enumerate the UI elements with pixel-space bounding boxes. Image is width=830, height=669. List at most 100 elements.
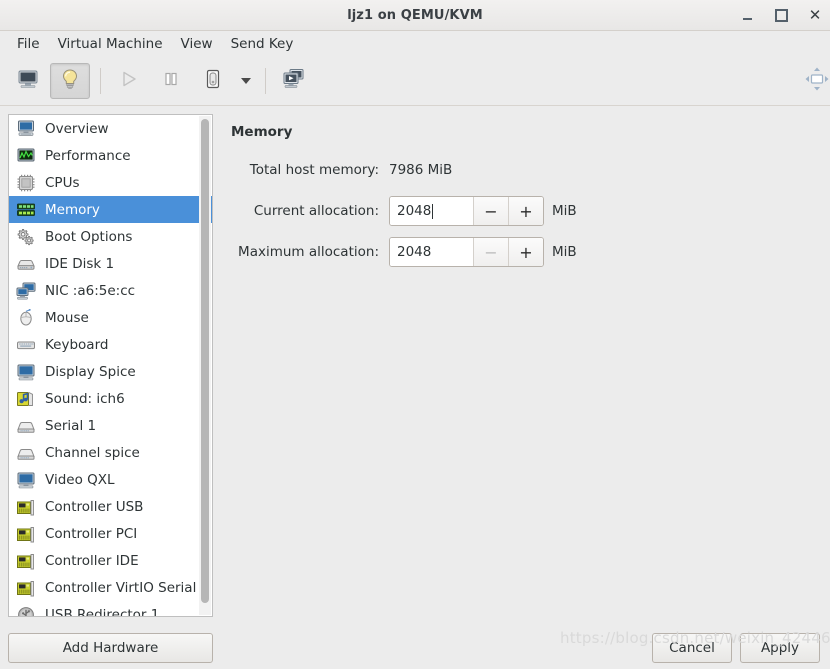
shutdown-menu-arrow[interactable]: [235, 64, 257, 98]
sidebar-item-label: Display Spice: [45, 363, 136, 380]
sidebar-scrollbar[interactable]: [199, 116, 211, 615]
total-host-memory-value: 7986 MiB: [389, 162, 453, 178]
current-allocation-input[interactable]: 2048: [390, 197, 473, 225]
sidebar-item-controller-pci[interactable]: Controller PCI: [9, 520, 212, 547]
maximum-allocation-spinner[interactable]: 2048 − +: [389, 237, 544, 267]
usb-icon: [15, 605, 37, 616]
cpu-chip-icon: [15, 173, 37, 193]
console-monitor-icon: [17, 69, 39, 93]
sidebar-item-controller-ide[interactable]: Controller IDE: [9, 547, 212, 574]
title-bar: ljz1 on QEMU/KVM ✕: [0, 0, 830, 31]
sidebar-item-label: Controller USB: [45, 498, 144, 515]
sidebar-item-label: USB Redirector 1: [45, 606, 160, 617]
gears-icon: [15, 227, 37, 247]
current-allocation-value: 2048: [397, 203, 432, 219]
cancel-button[interactable]: Cancel: [652, 632, 732, 663]
minimize-icon[interactable]: [738, 6, 756, 24]
sidebar-item-label: Mouse: [45, 309, 89, 326]
sound-icon: [15, 389, 37, 409]
maximum-allocation-input[interactable]: 2048: [390, 238, 473, 266]
pause-button[interactable]: [151, 63, 191, 99]
sidebar-item-label: Sound: ich6: [45, 390, 125, 407]
sidebar-item-label: Overview: [45, 120, 109, 137]
text-cursor: [432, 203, 434, 219]
maximize-icon[interactable]: [772, 6, 790, 24]
sidebar-item-label: Serial 1: [45, 417, 97, 434]
sidebar-item-performance[interactable]: Performance: [9, 142, 212, 169]
show-details-button[interactable]: [50, 63, 90, 99]
apply-button[interactable]: Apply: [740, 632, 820, 663]
sidebar-item-serial-1[interactable]: Serial 1: [9, 412, 212, 439]
show-console-button[interactable]: [8, 63, 48, 99]
pause-icon: [162, 70, 180, 92]
controller-card-icon: [15, 497, 37, 517]
sidebar-item-label: Video QXL: [45, 471, 115, 488]
menu-file[interactable]: File: [8, 33, 49, 55]
sidebar-scrollbar-thumb[interactable]: [201, 119, 209, 603]
mouse-icon: [15, 308, 37, 328]
current-allocation-increment-button[interactable]: +: [508, 197, 543, 225]
snapshots-icon: [282, 68, 306, 94]
sidebar-item-mouse[interactable]: Mouse: [9, 304, 212, 331]
memory-ram-icon: [15, 200, 37, 220]
current-allocation-decrement-button[interactable]: −: [473, 197, 508, 225]
maximum-allocation-decrement-button[interactable]: −: [473, 238, 508, 266]
menu-virtual-machine[interactable]: Virtual Machine: [49, 33, 172, 55]
display-icon: [15, 470, 37, 490]
sidebar-item-keyboard[interactable]: Keyboard: [9, 331, 212, 358]
menu-bar: File Virtual Machine View Send Key: [0, 31, 830, 57]
maximum-allocation-row: Maximum allocation: 2048 − + MiB: [231, 236, 830, 268]
sidebar-item-cpus[interactable]: CPUs: [9, 169, 212, 196]
maximum-allocation-increment-button[interactable]: +: [508, 238, 543, 266]
current-allocation-spinner[interactable]: 2048 − +: [389, 196, 544, 226]
sidebar-item-boot-options[interactable]: Boot Options: [9, 223, 212, 250]
lightbulb-icon: [60, 68, 80, 94]
shutdown-icon: [204, 69, 222, 93]
current-allocation-label: Current allocation:: [253, 203, 379, 219]
hardware-list[interactable]: Overview Performance CPUs Memory Boot Option…: [9, 115, 212, 616]
menu-view[interactable]: View: [172, 33, 222, 55]
toolbar-separator-2: [265, 68, 266, 94]
sidebar-item-label: NIC :a6:5e:cc: [45, 282, 136, 299]
sidebar-item-controller-virtio-serial[interactable]: Controller VirtIO Serial: [9, 574, 212, 601]
sidebar-item-controller-usb[interactable]: Controller USB: [9, 493, 212, 520]
sidebar-item-sound-ich6[interactable]: Sound: ich6: [9, 385, 212, 412]
fullscreen-resize-icon: [804, 67, 830, 95]
sidebar-item-overview[interactable]: Overview: [9, 115, 212, 142]
sidebar-item-label: Controller PCI: [45, 525, 138, 542]
shutdown-button[interactable]: [193, 63, 233, 99]
sidebar-item-memory[interactable]: Memory: [9, 196, 212, 223]
sidebar-item-video-qxl[interactable]: Video QXL: [9, 466, 212, 493]
computer-icon: [15, 119, 37, 139]
run-button[interactable]: [109, 63, 149, 99]
panel-title: Memory: [231, 124, 293, 140]
sidebar-item-display-spice[interactable]: Display Spice: [9, 358, 212, 385]
menu-send-key[interactable]: Send Key: [222, 33, 303, 55]
play-icon: [120, 70, 138, 92]
maximum-allocation-value: 2048: [397, 244, 432, 260]
current-allocation-unit: MiB: [552, 203, 577, 219]
sidebar-item-label: Channel spice: [45, 444, 140, 461]
add-hardware-button[interactable]: Add Hardware: [8, 632, 213, 663]
controller-card-icon: [15, 578, 37, 598]
serial-port-icon: [15, 416, 37, 436]
sidebar-item-ide-disk-1[interactable]: IDE Disk 1: [9, 250, 212, 277]
sidebar-item-label: Boot Options: [45, 228, 133, 245]
sidebar-item-nic-a6-5e-cc[interactable]: NIC :a6:5e:cc: [9, 277, 212, 304]
sidebar-item-label: IDE Disk 1: [45, 255, 115, 272]
memory-panel: Memory Total host memory: 7986 MiB Curre…: [213, 114, 830, 618]
sidebar-item-usb-redirector-1[interactable]: USB Redirector 1: [9, 601, 212, 616]
sidebar-item-label: Performance: [45, 147, 131, 164]
main-content: Overview Performance CPUs Memory Boot Option…: [0, 106, 830, 618]
controller-card-icon: [15, 524, 37, 544]
sidebar-item-label: Controller IDE: [45, 552, 139, 569]
window-controls: ✕: [738, 6, 824, 24]
sidebar-item-channel-spice[interactable]: Channel spice: [9, 439, 212, 466]
display-icon: [15, 362, 37, 382]
fullscreen-resize-button[interactable]: [804, 67, 830, 95]
close-icon[interactable]: ✕: [806, 6, 824, 24]
sidebar-item-label: CPUs: [45, 174, 80, 191]
network-icon: [15, 281, 37, 301]
snapshots-button[interactable]: [274, 63, 314, 99]
sidebar-item-label: Keyboard: [45, 336, 109, 353]
